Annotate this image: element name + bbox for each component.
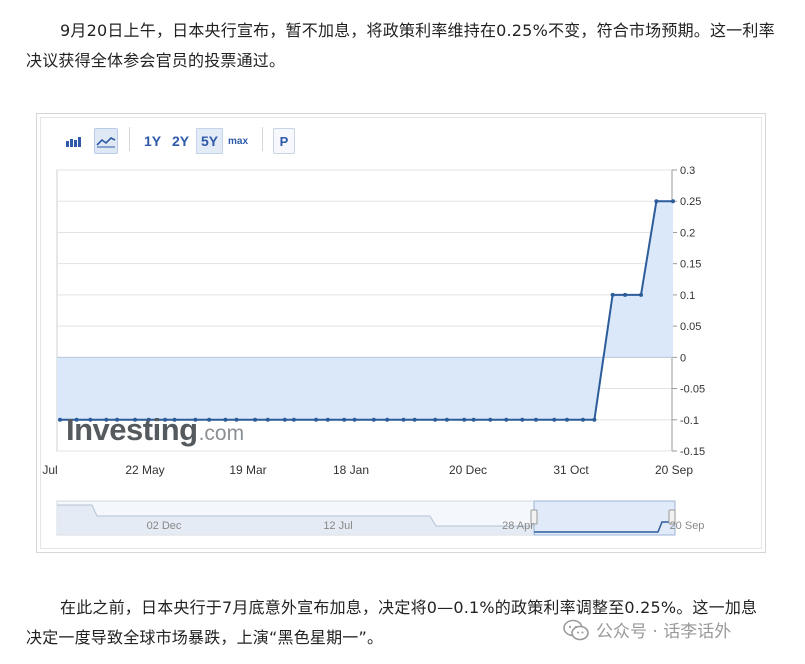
series-point [462,417,467,422]
series-point [352,417,357,422]
y-tick-label: 0.25 [680,196,701,208]
series-point [444,417,449,422]
chart-canvas: 0.3 0.25 0.2 0.15 0.1 0.05 0 -0.05 -0.1 -0.15 Jul 2… [42,165,705,536]
navigator-selection [533,500,676,536]
series-point [580,417,585,422]
watermark-domain: .com [198,422,245,445]
series-point [325,417,330,422]
series-point [504,417,509,422]
series-area-fill-left [57,357,60,420]
y-tick-label: 0.2 [680,227,695,239]
series-point [401,417,406,422]
credit-text: 公众号 · 话李话外 [596,622,732,642]
series-point [654,199,659,204]
series-point [433,417,438,422]
y-tick-label: 0.15 [680,259,701,271]
watermark-brand: Investing [66,412,198,447]
x-tick-label: 20 Dec [449,463,487,477]
investing-watermark: Investing .com [66,412,244,448]
series-point [265,417,270,422]
x-tick-label: 20 Sep [655,463,693,477]
series-point [58,417,62,422]
series-point [552,417,557,422]
series-point [282,417,287,422]
series-point [533,417,538,422]
series-point [412,417,417,422]
series-point [564,417,569,422]
navigator-tick-label: 28 Apr [502,520,534,532]
series-point [371,417,376,422]
series-point [342,417,347,422]
x-tick-label: 19 Mar [229,463,266,477]
y-tick-label: -0.05 [680,384,705,396]
series-point [623,292,628,297]
series-point [314,417,319,422]
series-point [671,199,675,204]
y-tick-label: -0.15 [680,446,705,458]
series-point [520,417,525,422]
x-tick-label: 22 May [125,463,164,477]
navigator-tick-label: 20 Sep [670,520,705,532]
series-point [253,417,258,422]
y-tick-label: -0.1 [680,415,699,427]
x-tick-label: 18 Jan [333,463,369,477]
y-tick-label: 0.05 [680,321,701,333]
x-tick-label: Jul [42,463,57,477]
navigator-tick-label: 02 Dec [147,520,182,532]
y-tick-label: 0.3 [680,165,695,177]
series-point [610,292,615,297]
navigator-tick-label: 12 Jul [323,520,352,532]
x-tick-label: 31 Oct [553,463,589,477]
series-point [639,292,644,297]
series-point [385,417,390,422]
series-point [592,417,597,422]
y-tick-label: 0.1 [680,290,695,302]
series-point [471,417,476,422]
series-point [291,417,296,422]
series-point [488,417,493,422]
y-tick-label: 0 [680,352,686,364]
wechat-credit: 公众号 · 话李话外 [562,617,731,642]
wechat-icon [563,619,589,640]
